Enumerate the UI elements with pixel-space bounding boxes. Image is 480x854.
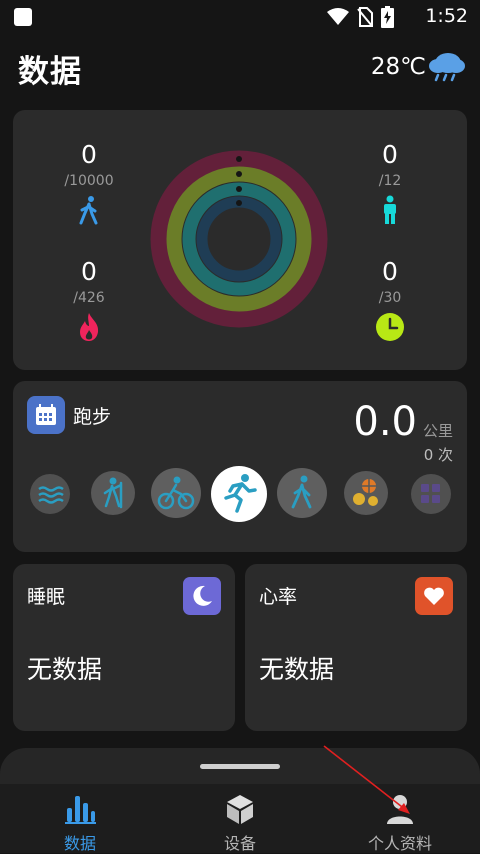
steps-metric: 0 /10000 [39, 140, 139, 225]
calories-goal: /426 [73, 290, 105, 306]
nav-device[interactable]: 设备 [160, 784, 320, 853]
cycling-icon[interactable] [151, 468, 201, 518]
annotation-arrow [323, 745, 410, 814]
run-count: 0 次 [423, 446, 453, 464]
nav-data-label: 数据 [63, 834, 96, 853]
walking-person-icon [79, 196, 98, 225]
walking-icon[interactable] [277, 468, 327, 518]
stand-metric: 0 /12 [340, 140, 440, 225]
heart-icon [415, 577, 453, 615]
calendar-icon [27, 396, 65, 434]
sleep-status: 无数据 [27, 655, 103, 684]
exercise-goal: /30 [378, 290, 402, 306]
stand-ring-dot [236, 186, 242, 192]
exercise-metric: 0 /30 [340, 257, 440, 342]
calories-value: 0 [81, 257, 97, 286]
elliptical-icon[interactable] [91, 471, 135, 515]
clock-icon [376, 313, 404, 341]
more-sports-icon[interactable] [411, 474, 451, 514]
wifi-icon [327, 8, 349, 25]
nav-data[interactable]: 数据 [0, 784, 160, 853]
steps-ring [196, 196, 282, 282]
status-bar: 1:52 [0, 0, 480, 34]
nav-profile-label: 个人资料 [367, 834, 432, 853]
system-icons [327, 6, 394, 28]
cube-icon [227, 795, 253, 824]
no-sim-icon [357, 7, 373, 27]
running-icon[interactable] [211, 466, 267, 522]
calories-ring-dot [236, 156, 242, 162]
stand-value: 0 [382, 140, 398, 169]
distance-unit: 公里 [422, 422, 453, 440]
weather-temperature: 28℃ [370, 54, 426, 80]
page-title: 数据 [18, 54, 82, 90]
ball-games-icon[interactable] [344, 471, 388, 515]
chart-bars-icon [65, 796, 96, 824]
exercise-ring-dot [236, 171, 242, 177]
stand-goal: /12 [378, 173, 402, 189]
distance-value: 0.0 [353, 399, 417, 445]
running-label: 跑步 [73, 406, 112, 428]
exercise-value: 0 [382, 257, 398, 286]
running-card[interactable]: 跑步 0.0 公里 0 次 [13, 381, 467, 552]
sleep-card[interactable]: 睡眠 无数据 [13, 564, 235, 731]
swimming-icon[interactable] [30, 474, 70, 514]
rain-cloud-icon [429, 53, 465, 82]
calories-metric: 0 /426 [39, 257, 139, 342]
steps-value: 0 [81, 140, 97, 169]
sheet-drag-handle[interactable] [200, 764, 280, 769]
standing-person-icon [384, 195, 396, 224]
clock: 1:52 [425, 5, 468, 27]
flame-icon [80, 313, 99, 341]
nav-device-label: 设备 [223, 834, 256, 853]
heart-rate-card[interactable]: 心率 无数据 [245, 564, 467, 731]
sleep-title: 睡眠 [27, 586, 66, 608]
notification-icon [14, 8, 32, 26]
heart-rate-status: 无数据 [259, 655, 335, 684]
battery-charging-icon [381, 6, 394, 28]
steps-ring-dot [236, 200, 242, 206]
heart-rate-title: 心率 [259, 586, 298, 608]
activity-rings [150, 150, 328, 328]
moon-icon [183, 577, 221, 615]
activity-rings-card[interactable]: 0 /10000 0 /12 0 /426 0 /30 [13, 110, 467, 370]
steps-goal: /10000 [64, 173, 114, 189]
